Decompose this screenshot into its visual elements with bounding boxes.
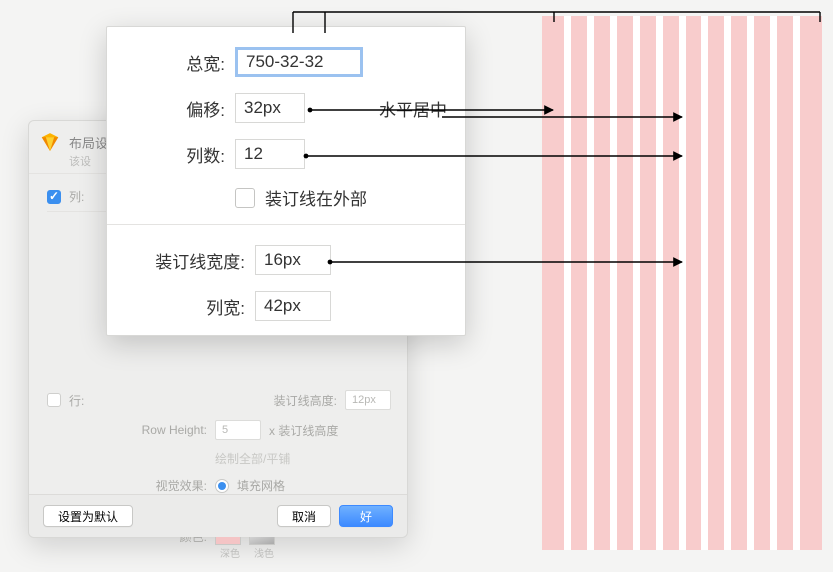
grid-col [578,16,580,550]
columns-label: 列: [69,188,84,205]
sketch-app-icon [39,131,61,153]
panel-footer: 设置为默认 取消 好 [29,494,407,537]
col-width-input[interactable] [255,291,331,321]
grid-gutter [564,16,571,550]
grid-gutter [587,16,594,550]
gutter-height-label: 装订线高度: [274,392,337,409]
grid-gutter [793,16,800,550]
gutter-outside-checkbox[interactable] [235,188,255,208]
cols-input[interactable] [235,139,305,169]
total-width-label: 总宽: [129,50,225,75]
gutter-outside-label: 装订线在外部 [265,185,367,210]
visual-label: 视觉效果: [47,477,207,494]
grid-gutter [724,16,731,550]
grid-gutter [610,16,617,550]
cancel-button[interactable]: 取消 [277,505,331,527]
ok-button[interactable]: 好 [339,505,393,527]
grid-col [715,16,717,550]
total-width-input[interactable] [235,47,363,77]
fill-radio[interactable] [215,479,229,493]
grid-col [693,16,695,550]
gutter-width-label: 装订线宽度: [129,248,245,273]
grid-col [738,16,740,550]
grid-gutter [679,16,686,550]
grid-preview [542,16,822,550]
grid-gutter [747,16,754,550]
callout-section-top: 总宽: 偏移: 水平居中 列数: 装订线在外部 [107,27,465,224]
grid-gutter [701,16,708,550]
gutter-width-input[interactable] [255,245,331,275]
row-height-suffix: x 装订线高度 [269,422,338,439]
set-default-button[interactable]: 设置为默认 [43,505,133,527]
col-width-label: 列宽: [129,294,245,319]
rows-checkbox[interactable] [47,393,61,407]
grid-col [670,16,672,550]
offset-label: 偏移: [129,96,225,121]
row-height-label: Row Height: [47,423,207,437]
gutter-height-input[interactable] [345,390,391,410]
grid-col [601,16,603,550]
grid-col [624,16,626,550]
panel-title: 布局设 [69,133,108,152]
callout-panel: 总宽: 偏移: 水平居中 列数: 装订线在外部 装订线宽度: 列宽: [106,26,466,336]
grid-col [761,16,763,550]
grid-col [807,16,809,550]
fit-label: 绘制全部/平铺 [215,450,290,467]
grid-col [784,16,786,550]
grid-col [647,16,649,550]
grid-col [555,16,557,550]
rows-label: 行: [69,392,84,409]
fill-label: 填充网格 [237,477,285,494]
alignment-selector[interactable]: 水平居中 [379,96,447,121]
grid-gutter [770,16,777,550]
offset-input[interactable] [235,93,305,123]
columns-checkbox[interactable] [47,190,61,204]
row-height-input[interactable] [215,420,261,440]
cols-label: 列数: [129,142,225,167]
callout-section-bottom: 装订线宽度: 列宽: [107,225,465,335]
grid-gutter [656,16,663,550]
grid-gutter [633,16,640,550]
